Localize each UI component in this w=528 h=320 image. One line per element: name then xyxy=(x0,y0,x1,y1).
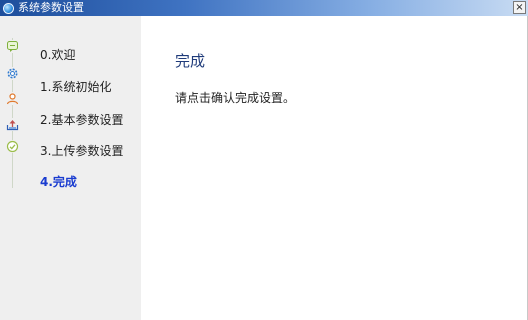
step-system-init[interactable]: 1.系统初始化 xyxy=(40,80,111,94)
chat-bubble-icon xyxy=(6,40,19,53)
close-button[interactable]: × xyxy=(513,1,526,14)
instruction-text: 请点击确认完成设置。 xyxy=(175,91,296,105)
window-title: 系统参数设置 xyxy=(18,1,84,14)
step-finish[interactable]: 4.完成 xyxy=(40,175,77,189)
wizard-steps-sidebar: 0.欢迎 1.系统初始化 2.基本参数设置 3.上传参数设置 4.完成 xyxy=(0,16,141,320)
upload-icon xyxy=(6,118,19,131)
step-upload-params[interactable]: 3.上传参数设置 xyxy=(40,144,123,158)
content-panel: 完成 请点击确认完成设置。 xyxy=(141,16,527,320)
gear-icon xyxy=(6,67,19,80)
title-bar[interactable]: 系统参数设置 × xyxy=(0,0,528,16)
step-timeline xyxy=(12,38,13,188)
step-basic-params[interactable]: 2.基本参数设置 xyxy=(40,113,123,127)
page-title: 完成 xyxy=(175,52,206,70)
app-icon xyxy=(3,2,14,14)
user-icon xyxy=(6,92,19,105)
settings-window: 系统参数设置 × 0.欢迎 1.系统初始化 2.基本参数设置 3.上传参数设置 … xyxy=(0,0,528,320)
check-circle-icon xyxy=(6,140,19,153)
step-welcome[interactable]: 0.欢迎 xyxy=(40,48,75,62)
